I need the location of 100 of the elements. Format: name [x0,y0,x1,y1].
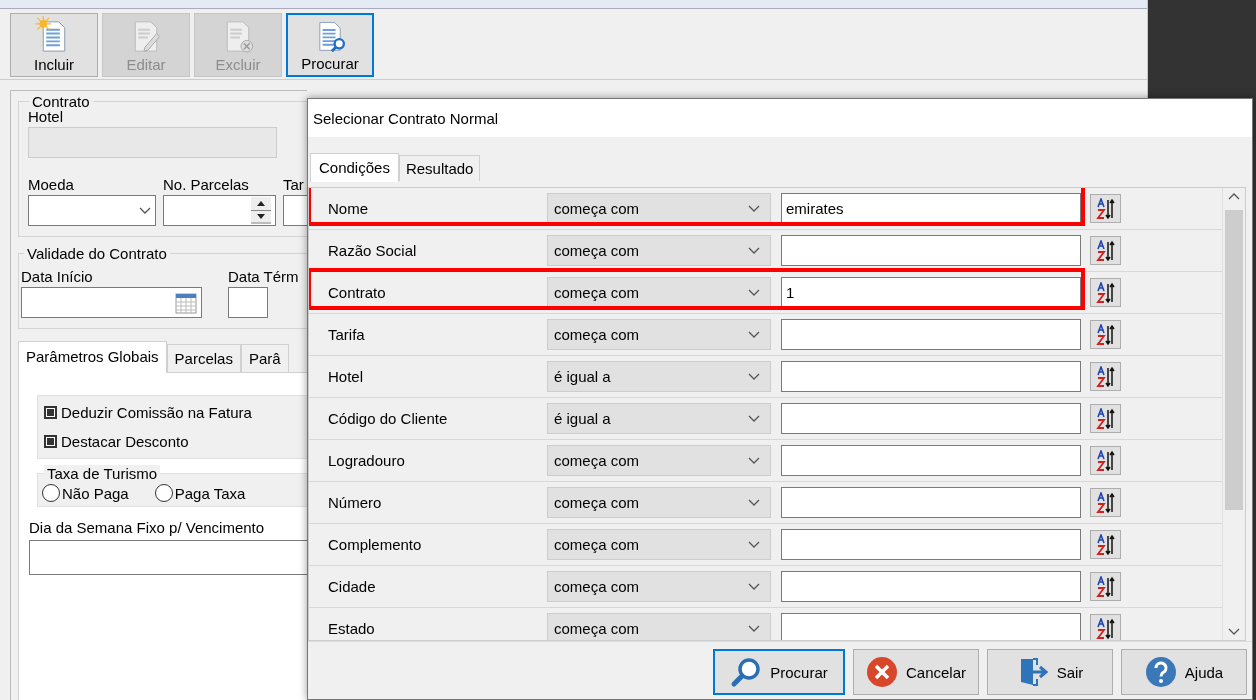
hotel-field[interactable] [28,127,277,158]
sort-icon [1095,281,1116,304]
operator-dropdown[interactable]: é igual a [547,361,771,392]
radio-button[interactable] [154,484,173,502]
sort-button[interactable] [1090,194,1121,223]
value-field[interactable] [781,403,1081,434]
value-field[interactable] [781,487,1081,518]
condition-field-label: Hotel [327,368,365,385]
sort-button[interactable] [1090,278,1121,307]
condition-field-label: Cidade [327,578,377,595]
value-field[interactable] [781,235,1081,266]
scrollbar[interactable] [1222,188,1245,640]
weekday-field[interactable] [29,540,307,575]
sort-button[interactable] [1090,236,1121,265]
chevron-down-icon [748,246,760,255]
search-icon [730,656,763,688]
help-icon [1144,656,1177,688]
chevron-down-icon [748,456,760,465]
condition-field-label: Logradouro [327,452,406,469]
operator-dropdown[interactable]: começa com [547,445,771,476]
radio-label: Não Paga [62,484,129,502]
number-field[interactable] [163,195,276,226]
sort-icon [1095,533,1116,556]
dialog-button[interactable]: Ajuda [1121,649,1247,695]
sort-icon [1095,575,1116,598]
toolbar-button[interactable]: Procurar [286,13,374,77]
input-field[interactable] [228,287,268,318]
checkbox[interactable] [44,435,57,448]
chevron-down-icon [748,204,760,213]
condition-field-label: Complemento [327,536,423,553]
field-label: Moeda [28,176,75,193]
value-field[interactable] [781,529,1081,560]
tab[interactable]: Condições [310,153,399,182]
value-field[interactable] [781,319,1081,350]
dialog-button[interactable]: Cancelar [853,649,979,695]
radio-label: Paga Taxa [174,484,246,502]
sort-icon [1095,407,1116,430]
chevron-down-icon [748,288,760,297]
field-label: Tar [283,176,305,193]
operator-dropdown[interactable]: começa com [547,571,771,602]
value-field[interactable] [781,613,1081,640]
chevron-down-icon [748,372,760,381]
tab[interactable]: Parâ [240,344,289,372]
operator-dropdown[interactable]: começa com [547,193,771,224]
sort-icon [1095,239,1116,262]
toolbar-button[interactable]: Incluir [10,13,98,77]
operator-dropdown[interactable]: começa com [547,277,771,308]
dialog-button[interactable]: Procurar [713,649,845,695]
chevron-down-icon [748,330,760,339]
value-field[interactable]: 1 [781,277,1081,308]
chevron-down-icon [748,414,760,423]
value-field[interactable] [781,445,1081,476]
sort-button[interactable] [1090,446,1121,475]
sort-button[interactable] [1090,530,1121,559]
date-field[interactable] [21,287,202,318]
spin-buttons[interactable] [251,197,271,224]
dropdown-field[interactable] [28,195,156,226]
condition-field-label: Código do Cliente [327,410,449,427]
sort-button[interactable] [1090,488,1121,517]
value-field[interactable] [781,571,1081,602]
operator-dropdown[interactable]: começa com [547,235,771,266]
field-label: Dia da Semana Fixo p/ Vencimento [29,519,265,536]
sort-button[interactable] [1090,614,1121,640]
checkbox-label: Deduzir Comissão na Fatura [61,404,252,421]
operator-dropdown[interactable]: começa com [547,529,771,560]
operator-dropdown[interactable]: é igual a [547,403,771,434]
group-title: Taxa de Turismo [44,465,161,482]
field-label: Data Térm [228,268,299,285]
chevron-up-icon[interactable] [1228,192,1240,200]
dialog-title: Selecionar Contrato Normal [308,99,1252,137]
sort-icon [1095,617,1116,640]
condition-field-label: Nome [327,200,369,217]
condition-field-label: Estado [327,620,376,637]
condition-field-label: Razão Social [327,242,418,259]
operator-dropdown[interactable]: começa com [547,487,771,518]
radio-button[interactable] [42,484,60,502]
dialog-button[interactable]: Sair [987,649,1113,695]
sort-button[interactable] [1090,362,1121,391]
sort-button[interactable] [1090,320,1121,349]
sort-icon [1095,197,1116,220]
tab[interactable]: Parâmetros Globais [18,341,167,373]
operator-dropdown[interactable]: começa com [547,613,771,640]
operator-dropdown[interactable]: começa com [547,319,771,350]
condition-field-label: Número [327,494,383,511]
condition-field-label: Tarifa [327,326,366,343]
value-field[interactable] [781,361,1081,392]
chevron-down-icon [748,624,760,633]
value-field[interactable]: emirates [781,193,1081,224]
chevron-down-icon[interactable] [1228,628,1240,636]
sort-button[interactable] [1090,572,1121,601]
sort-button[interactable] [1090,404,1121,433]
sort-icon [1095,323,1116,346]
calendar-icon [175,291,197,314]
cancel-icon [866,656,898,688]
condition-field-label: Contrato [327,284,387,301]
field-label: Hotel [28,108,64,125]
checkbox[interactable] [44,406,57,419]
tab[interactable]: Parcelas [166,344,241,372]
tab[interactable]: Resultado [398,155,481,181]
sort-icon [1095,365,1116,388]
